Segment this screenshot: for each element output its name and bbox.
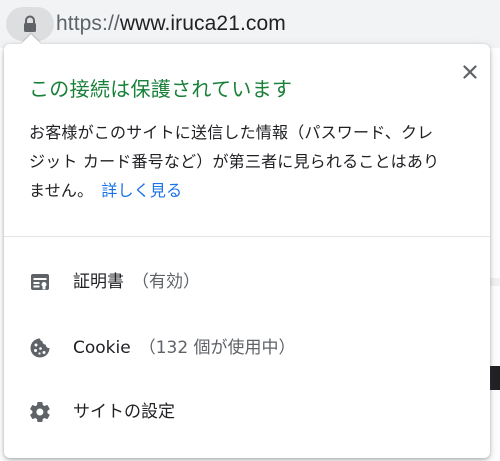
cookie-label: Cookie （132 個が使用中） (73, 336, 296, 360)
cookie-text: Cookie (73, 338, 131, 358)
url-text[interactable]: https://www.iruca21.com (56, 11, 286, 37)
learn-more-link[interactable]: 詳しく見る (101, 181, 182, 200)
gear-icon (30, 401, 50, 423)
certificate-status: （有効） (132, 272, 200, 292)
close-icon (463, 65, 477, 79)
background-page (490, 366, 500, 390)
divider (4, 236, 490, 237)
certificate-label: 証明書 （有効） (73, 270, 200, 294)
description-line-text: ません。 (29, 181, 94, 200)
url-host: www.iruca21.com (119, 12, 286, 35)
close-button[interactable] (456, 58, 484, 86)
description-line-last: ません。 詳しく見る (29, 176, 474, 205)
lock-icon (24, 15, 36, 32)
certificate-item[interactable]: 証明書 （有効） (4, 254, 490, 310)
cookie-count: （132 個が使用中） (138, 338, 296, 358)
site-settings-label: サイトの設定 (73, 400, 175, 424)
site-settings-text: サイトの設定 (73, 402, 175, 422)
address-bar[interactable]: https://www.iruca21.com (0, 0, 500, 48)
url-scheme: https:// (56, 12, 120, 35)
connection-description: お客様がこのサイトに送信した情報（パスワード、クレ ジット カード番号など）が第… (29, 118, 474, 205)
description-line: お客様がこのサイトに送信した情報（パスワード、クレ (29, 123, 434, 142)
background-page (490, 278, 500, 286)
certificate-text: 証明書 (73, 272, 124, 292)
cookie-icon (30, 338, 50, 358)
browser-window: https://www.iruca21.com この接続は保護されています お客… (0, 0, 500, 461)
cookie-item[interactable]: Cookie （132 個が使用中） (4, 320, 490, 376)
description-line: ジット カード番号など）が第三者に見られることはあり (29, 152, 440, 171)
connection-secure-title: この接続は保護されています (29, 77, 293, 101)
certificate-icon (31, 274, 49, 290)
site-settings-item[interactable]: サイトの設定 (4, 384, 490, 440)
